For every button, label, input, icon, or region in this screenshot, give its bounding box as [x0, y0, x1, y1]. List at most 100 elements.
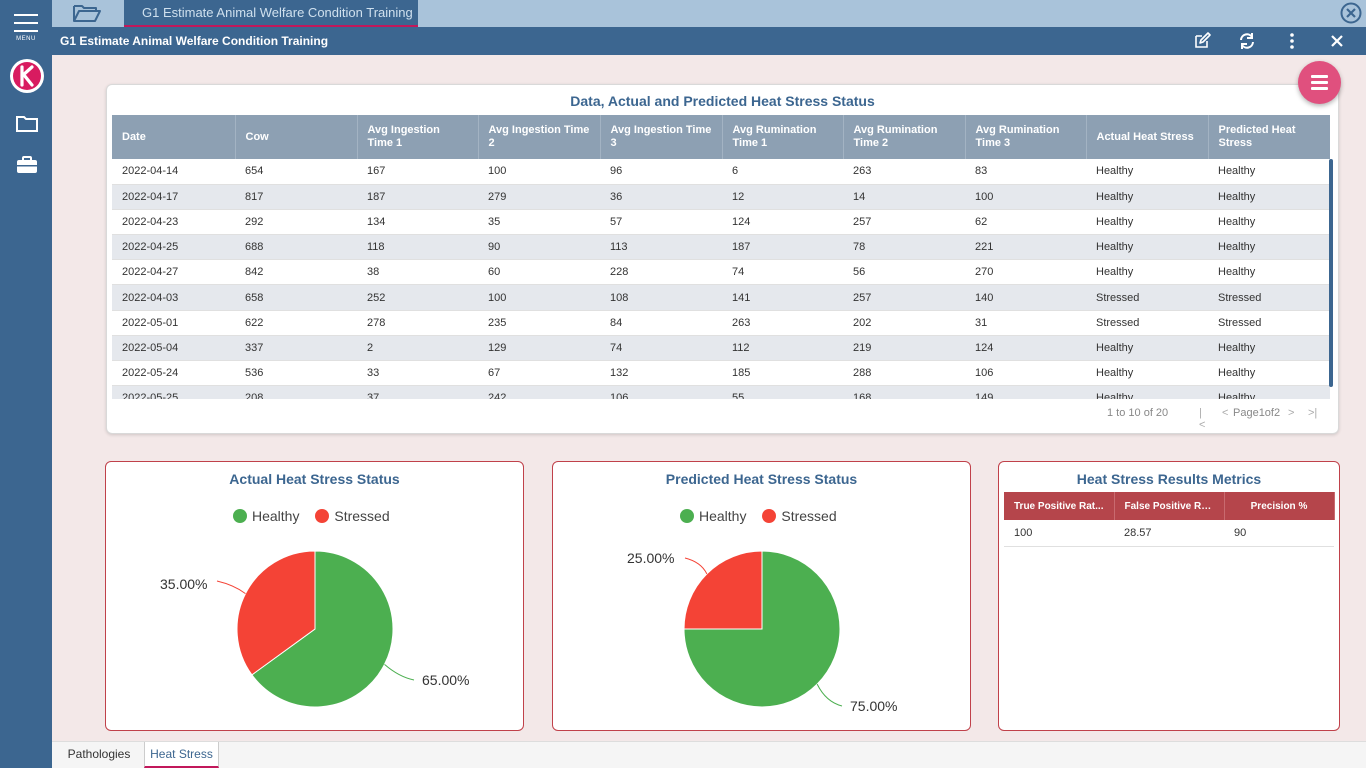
- column-header[interactable]: Avg Ingestion Time 3: [600, 115, 723, 159]
- table-cell: 2022-04-17: [112, 184, 235, 210]
- document-tab[interactable]: G1 Estimate Animal Welfare Condition Tra…: [124, 0, 418, 27]
- table-cell: 658: [235, 284, 357, 311]
- table-body: 2022-04-14 654 167 100 96 6 263 83 Healthy Health…: [112, 159, 1330, 399]
- table-row[interactable]: 2022-04-17 817 187 279 36 12 14 100 Healthy Healt…: [112, 184, 1330, 210]
- close-document-icon[interactable]: [1340, 2, 1362, 24]
- table-cell: 292: [235, 209, 357, 236]
- column-header[interactable]: Cow: [235, 115, 358, 159]
- table-cell: 337: [235, 335, 357, 362]
- table-cell: 2022-04-27: [112, 259, 235, 286]
- column-header[interactable]: Avg Rumination Time 2: [843, 115, 966, 159]
- table-cell: 106: [600, 385, 722, 399]
- last-page-icon[interactable]: >|: [1308, 407, 1317, 419]
- table-cell: 100: [478, 284, 600, 311]
- table-cell: 257: [843, 209, 965, 236]
- table-cell: 252: [357, 284, 478, 311]
- table-cell: 134: [357, 209, 478, 236]
- tab-pathologies[interactable]: Pathologies: [60, 742, 138, 768]
- metrics-header-row: True Positive Rat... False Positive Rat.…: [1004, 492, 1335, 520]
- table-scrollbar[interactable]: [1329, 159, 1333, 387]
- refresh-icon[interactable]: [1238, 32, 1256, 50]
- close-icon[interactable]: [1328, 32, 1346, 50]
- first-page-icon[interactable]: |<: [1199, 407, 1205, 431]
- metrics-header-precision[interactable]: Precision %: [1224, 492, 1335, 520]
- table-row[interactable]: 2022-04-03 658 252 100 108 141 257 140 Stressed S…: [112, 284, 1330, 311]
- column-header[interactable]: Predicted Heat Stress: [1208, 115, 1330, 159]
- table-cell: 235: [478, 310, 600, 336]
- folder-icon[interactable]: [16, 114, 38, 132]
- table-cell: Healthy: [1208, 234, 1330, 261]
- table-cell: 118: [357, 234, 478, 261]
- table-cell: 270: [965, 259, 1086, 286]
- leader-line-healthy: [384, 664, 415, 681]
- menu-button[interactable]: MENU: [12, 14, 40, 44]
- metrics-header-tpr[interactable]: True Positive Rat...: [1004, 492, 1115, 520]
- table-cell: 149: [965, 385, 1086, 399]
- column-header[interactable]: Avg Ingestion Time 1: [357, 115, 479, 159]
- metrics-row: 100 28.57 90: [1004, 520, 1334, 547]
- table-cell: Stressed: [1086, 310, 1208, 336]
- table-cell: 263: [843, 159, 965, 185]
- table-cell: 37: [357, 385, 478, 399]
- table-row[interactable]: 2022-05-24 536 33 67 132 185 288 106 Healthy Heal…: [112, 360, 1330, 387]
- pager-page: Page1of2: [1233, 407, 1281, 419]
- edit-icon[interactable]: [1193, 32, 1211, 50]
- table-cell: 140: [965, 284, 1086, 311]
- table-cell: Healthy: [1086, 385, 1208, 399]
- table-cell: 2022-05-01: [112, 310, 235, 336]
- table-cell: 622: [235, 310, 357, 336]
- table-cell: 202: [843, 310, 965, 336]
- table-cell: 62: [965, 209, 1086, 236]
- table-row[interactable]: 2022-04-14 654 167 100 96 6 263 83 Healthy Health…: [112, 159, 1330, 185]
- table-cell: 90: [478, 234, 600, 261]
- table-cell: 56: [843, 259, 965, 286]
- table-cell: 124: [965, 335, 1086, 362]
- more-options-icon[interactable]: [1283, 32, 1301, 50]
- table-cell: 536: [235, 360, 357, 387]
- leader-line-stressed: [216, 580, 246, 594]
- data-card-title: Data, Actual and Predicted Heat Stress S…: [570, 93, 875, 109]
- table-row[interactable]: 2022-04-23 292 134 35 57 124 257 62 Healthy Healt…: [112, 209, 1330, 236]
- pager-range: 1 to 10 of 20: [1107, 407, 1169, 419]
- table-cell: 279: [478, 184, 600, 210]
- table-cell: 654: [235, 159, 357, 185]
- metrics-header-fpr[interactable]: False Positive Rat...: [1114, 492, 1225, 520]
- fab-menu-button[interactable]: [1298, 61, 1341, 104]
- metrics-tpr-value: 100: [1004, 520, 1114, 547]
- table-row[interactable]: 2022-04-27 842 38 60 228 74 56 270 Healthy Health…: [112, 259, 1330, 286]
- table-cell: Healthy: [1208, 159, 1330, 185]
- data-card: Data, Actual and Predicted Heat Stress S…: [106, 84, 1339, 434]
- table-row[interactable]: 2022-05-01 622 278 235 84 263 202 31 Stressed Str…: [112, 310, 1330, 336]
- table-cell: Healthy: [1208, 335, 1330, 362]
- table-row[interactable]: 2022-04-25 688 118 90 113 187 78 221 Healthy Heal…: [112, 234, 1330, 261]
- actual-chart-card: Actual Heat Stress Status Healthy Stress…: [105, 461, 524, 731]
- table-cell: 100: [965, 184, 1086, 210]
- table-row[interactable]: 2022-05-04 337 2 129 74 112 219 124 Healthy Healt…: [112, 335, 1330, 362]
- column-header[interactable]: Avg Rumination Time 3: [965, 115, 1087, 159]
- data-table-wrapper[interactable]: Date Cow Avg Ingestion Time 1 Avg Ingestion…: [112, 115, 1330, 399]
- table-cell: 257: [843, 284, 965, 311]
- tab-heat-stress[interactable]: Heat Stress: [144, 742, 219, 768]
- column-header[interactable]: Date: [112, 115, 236, 159]
- table-cell: 2022-05-25: [112, 385, 235, 399]
- table-cell: 2022-04-25: [112, 234, 235, 261]
- table-cell: 31: [965, 310, 1086, 336]
- leader-line-healthy: [816, 683, 843, 707]
- next-page-icon[interactable]: >: [1288, 407, 1294, 419]
- prev-page-icon[interactable]: <: [1222, 407, 1228, 419]
- metrics-precision-value: 90: [1224, 520, 1334, 547]
- open-folder-icon[interactable]: [72, 3, 102, 23]
- table-row[interactable]: 2022-05-25 208 37 242 106 55 168 149 Healthy Heal…: [112, 385, 1330, 399]
- table-cell: 187: [357, 184, 478, 210]
- column-header[interactable]: Avg Rumination Time 1: [722, 115, 844, 159]
- table-cell: 817: [235, 184, 357, 210]
- briefcase-icon[interactable]: [16, 156, 38, 174]
- table-cell: 108: [600, 284, 722, 311]
- table-cell: Healthy: [1086, 159, 1208, 185]
- column-header[interactable]: Avg Ingestion Time 2: [478, 115, 601, 159]
- column-header[interactable]: Actual Heat Stress: [1086, 115, 1209, 159]
- table-cell: 12: [722, 184, 843, 210]
- table-cell: Healthy: [1208, 259, 1330, 286]
- left-rail: MENU: [0, 0, 52, 768]
- title-bar: G1 Estimate Animal Welfare Condition Tra…: [52, 27, 1366, 55]
